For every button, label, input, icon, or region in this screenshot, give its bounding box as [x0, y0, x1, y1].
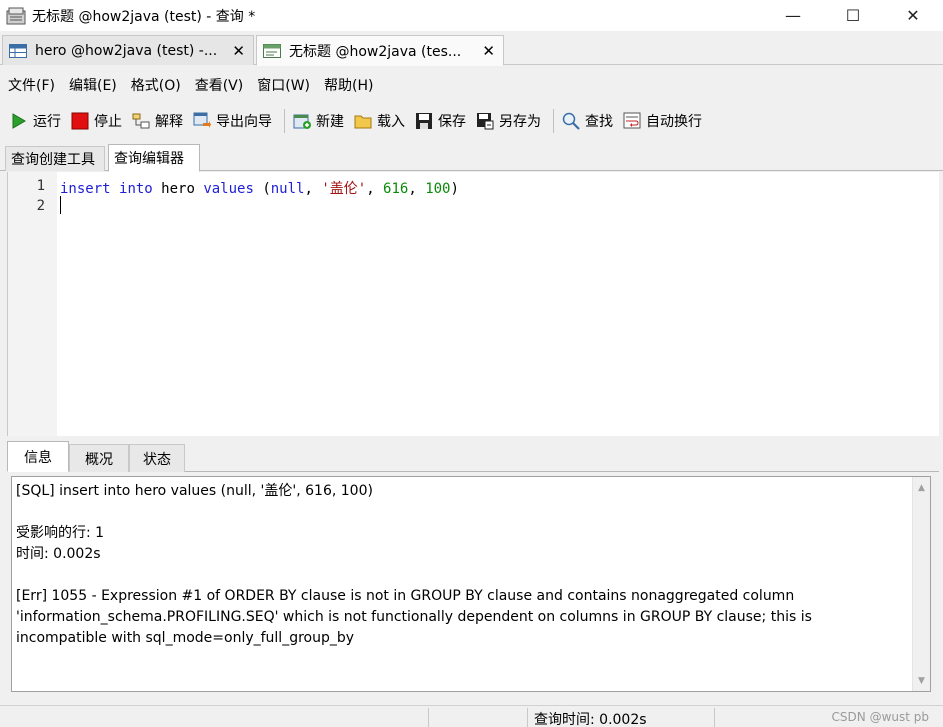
query-sub-tabs: 查询创建工具 查询编辑器 [0, 142, 943, 172]
stop-button[interactable]: 停止 [71, 106, 122, 136]
sql-punct: ) [450, 181, 459, 197]
explain-icon [132, 112, 150, 130]
code-line-1: insert into hero values (null, '盖伦', 616… [60, 178, 459, 198]
load-button[interactable]: 载入 [354, 106, 405, 136]
status-divider [428, 708, 429, 727]
tab-status[interactable]: 状态 [129, 444, 185, 472]
export-icon [193, 112, 211, 130]
new-button[interactable]: 新建 [293, 106, 344, 136]
query-time: 查询时间: 0.002s [534, 712, 647, 727]
save-as-label: 另存为 [499, 114, 541, 130]
find-label: 查找 [585, 114, 613, 130]
explain-button[interactable]: 解释 [132, 106, 183, 136]
word-wrap-button[interactable]: 自动换行 [623, 106, 702, 136]
vertical-scrollbar[interactable]: ▲ ▼ [912, 477, 930, 691]
sql-punct: , [304, 181, 322, 197]
minimize-button[interactable]: — [763, 0, 823, 31]
doc-tab-hero[interactable]: hero @how2java (test) -... ✕ [2, 35, 254, 65]
export-wizard-label: 导出向导 [216, 114, 272, 130]
sql-punct: , [408, 181, 426, 197]
sql-punct: , [366, 181, 384, 197]
window-title: 无标题 @how2java (test) - 查询 * [32, 8, 256, 25]
watermark: CSDN @wust pb [831, 710, 929, 724]
sql-string: '盖伦' [321, 181, 367, 197]
search-icon [562, 112, 580, 130]
sql-editor[interactable]: 1 2 insert into hero values (null, '盖伦',… [7, 172, 939, 436]
sql-identifier: hero [152, 181, 204, 197]
line-number-gutter: 1 2 [8, 172, 57, 436]
sql-punct: ( [253, 181, 271, 197]
sql-number: 100 [425, 181, 451, 197]
doc-tab-untitled-query[interactable]: 无标题 @how2java (tes... ✕ [256, 35, 504, 66]
stop-label: 停止 [94, 114, 122, 130]
save-as-button[interactable]: 另存为 [476, 106, 541, 136]
run-label: 运行 [33, 114, 61, 130]
play-icon [10, 112, 28, 130]
menu-file[interactable]: 文件(F) [8, 75, 55, 95]
toolbar-separator [284, 109, 285, 133]
export-wizard-button[interactable]: 导出向导 [193, 106, 272, 136]
save-as-icon [476, 112, 494, 130]
status-bar: 查询时间: 0.002s CSDN @wust pb [0, 705, 943, 727]
run-button[interactable]: 运行 [10, 106, 61, 136]
sql-keyword: insert [60, 181, 111, 197]
word-wrap-label: 自动换行 [646, 114, 702, 130]
menu-bar: 文件(F) 编辑(E) 格式(O) 查看(V) 窗口(W) 帮助(H) [0, 71, 379, 99]
explain-label: 解释 [155, 114, 183, 130]
status-divider [714, 708, 715, 727]
sql-number: 616 [383, 181, 409, 197]
sql-keyword: into [119, 181, 153, 197]
sql-keyword: values [203, 181, 254, 197]
tab-query-builder[interactable]: 查询创建工具 [5, 146, 105, 171]
line-number: 1 [36, 178, 45, 194]
tab-overview[interactable]: 概况 [69, 444, 129, 472]
save-icon [415, 112, 433, 130]
doc-tab-label: 无标题 @how2java (tes... [289, 43, 462, 60]
table-icon [9, 43, 27, 58]
save-label: 保存 [438, 114, 466, 130]
folder-icon [354, 112, 372, 130]
query-icon [263, 43, 281, 58]
load-label: 载入 [377, 114, 405, 130]
line-number: 2 [36, 198, 45, 214]
title-bar: 无标题 @how2java (test) - 查询 * — ☐ ✕ [0, 0, 943, 31]
save-button[interactable]: 保存 [415, 106, 466, 136]
toolbar-separator [553, 109, 554, 133]
new-query-icon [293, 112, 311, 130]
menu-edit[interactable]: 编辑(E) [69, 75, 117, 95]
doc-tab-label: hero @how2java (test) -... [35, 42, 218, 59]
text-caret [60, 196, 61, 214]
status-divider [527, 708, 528, 727]
message-output[interactable]: [SQL] insert into hero values (null, '盖伦… [11, 476, 931, 692]
close-window-button[interactable]: ✕ [883, 0, 943, 31]
toolbar: 运行 停止 解释 导出向导 新建 载入 保存 另存为 查找 自动换行 [0, 104, 943, 138]
stop-icon [71, 112, 89, 130]
menu-view[interactable]: 查看(V) [195, 75, 244, 95]
scroll-up-icon[interactable]: ▲ [913, 479, 930, 496]
maximize-button[interactable]: ☐ [823, 0, 883, 31]
find-button[interactable]: 查找 [562, 106, 613, 136]
word-wrap-icon [623, 112, 641, 130]
close-tab-icon[interactable]: ✕ [482, 42, 495, 60]
new-label: 新建 [316, 114, 344, 130]
message-text: [SQL] insert into hero values (null, '盖伦… [16, 483, 812, 646]
tab-info[interactable]: 信息 [7, 441, 69, 472]
menu-window[interactable]: 窗口(W) [257, 75, 310, 95]
menu-format[interactable]: 格式(O) [131, 75, 181, 95]
result-tabs: 信息 概况 状态 [7, 441, 939, 472]
tab-query-editor[interactable]: 查询编辑器 [108, 144, 200, 172]
scroll-down-icon[interactable]: ▼ [913, 672, 930, 689]
menu-help[interactable]: 帮助(H) [324, 75, 373, 95]
sql-keyword: null [270, 181, 305, 197]
close-tab-icon[interactable]: ✕ [232, 42, 245, 60]
window-controls: — ☐ ✕ [763, 0, 943, 31]
document-tabs: hero @how2java (test) -... ✕ 无标题 @how2ja… [0, 33, 943, 66]
navicat-app-icon [6, 7, 26, 24]
